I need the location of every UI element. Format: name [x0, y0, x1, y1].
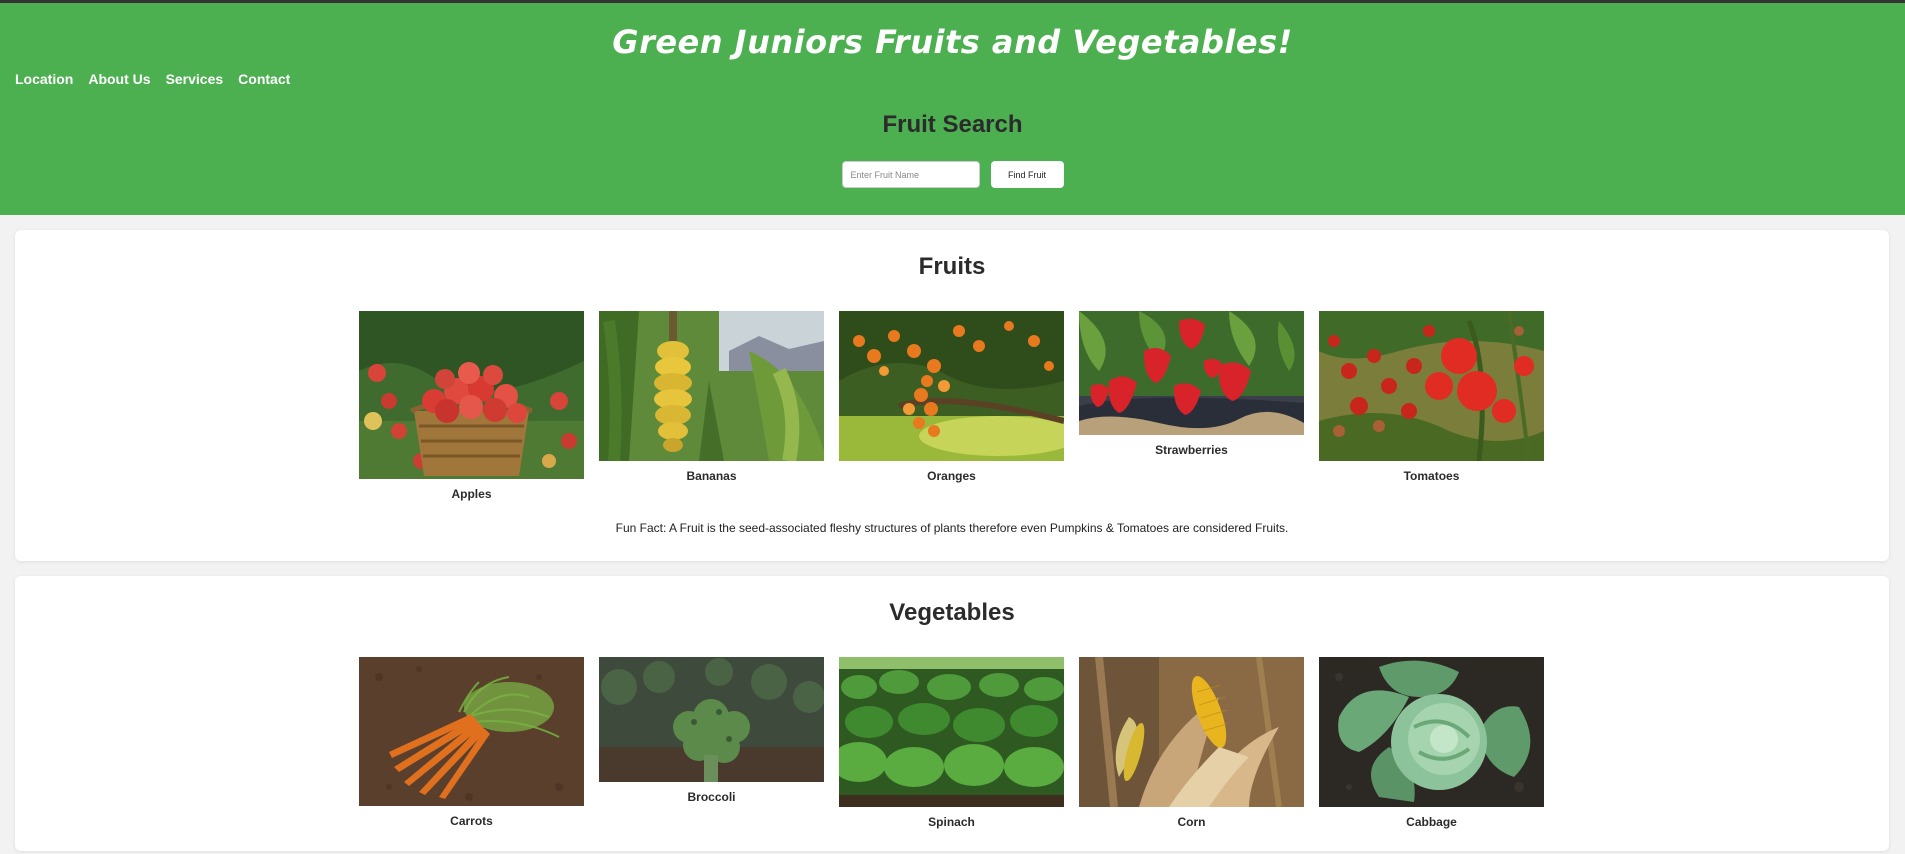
fruit-item-oranges: Oranges [839, 311, 1064, 483]
vegetable-caption-corn: Corn [1177, 815, 1206, 829]
fruit-caption-oranges: Oranges [927, 469, 976, 483]
fruits-gallery: Apples Bananas Oranges Strawberries Toma… [359, 311, 1544, 501]
fun-fact-text: Fun Fact: A Fruit is the seed-associated… [615, 521, 1289, 535]
strawberries-photo [1079, 311, 1304, 435]
site-title: Green Juniors Fruits and Vegetables! [612, 23, 1293, 61]
find-fruit-button[interactable]: Find Fruit [990, 161, 1064, 188]
search-title: Fruit Search [882, 111, 1023, 138]
vegetable-item-spinach: Spinach [839, 657, 1064, 829]
fruit-caption-apples: Apples [451, 487, 492, 501]
nav-services-link[interactable]: Services [166, 71, 224, 87]
vegetables-heading: Vegetables [889, 599, 1015, 626]
vegetable-caption-cabbage: Cabbage [1406, 815, 1457, 829]
search-form: Find Fruit [0, 161, 1905, 188]
broccoli-photo [599, 657, 824, 782]
bananas-photo [599, 311, 824, 461]
fruit-item-apples: Apples [359, 311, 584, 501]
fruit-caption-strawberries: Strawberries [1155, 443, 1228, 457]
vegetable-item-cabbage: Cabbage [1319, 657, 1544, 829]
cabbage-photo [1319, 657, 1544, 807]
vegetable-caption-spinach: Spinach [928, 815, 975, 829]
main-nav: Location About Us Services Contact [15, 71, 290, 87]
corn-photo [1079, 657, 1304, 807]
fruit-item-bananas: Bananas [599, 311, 824, 483]
fruit-caption-tomatoes: Tomatoes [1403, 469, 1460, 483]
fruit-item-strawberries: Strawberries [1079, 311, 1304, 457]
fruit-search-input[interactable] [841, 161, 980, 188]
carrots-photo [359, 657, 584, 806]
fruits-section: Fruits Apples Bananas Oranges Strawberri… [15, 230, 1889, 561]
vegetable-item-corn: Corn [1079, 657, 1304, 829]
vegetable-caption-carrots: Carrots [450, 814, 493, 828]
vegetable-item-carrots: Carrots [359, 657, 584, 828]
fruits-heading: Fruits [918, 253, 986, 280]
vegetable-item-broccoli: Broccoli [599, 657, 824, 804]
nav-about-us-link[interactable]: About Us [88, 71, 150, 87]
spinach-photo [839, 657, 1064, 807]
apples-photo [359, 311, 584, 479]
nav-location-link[interactable]: Location [15, 71, 73, 87]
fruit-item-tomatoes: Tomatoes [1319, 311, 1544, 483]
nav-contact-link[interactable]: Contact [238, 71, 290, 87]
site-header: Green Juniors Fruits and Vegetables! Loc… [0, 3, 1905, 215]
vegetable-caption-broccoli: Broccoli [687, 790, 736, 804]
oranges-photo [839, 311, 1064, 461]
fruit-caption-bananas: Bananas [686, 469, 737, 483]
vegetables-section: Vegetables Carrots Broccoli Spinach Corn… [15, 576, 1889, 851]
tomatoes-photo [1319, 311, 1544, 461]
vegetables-gallery: Carrots Broccoli Spinach Corn Cabbage [359, 657, 1544, 829]
